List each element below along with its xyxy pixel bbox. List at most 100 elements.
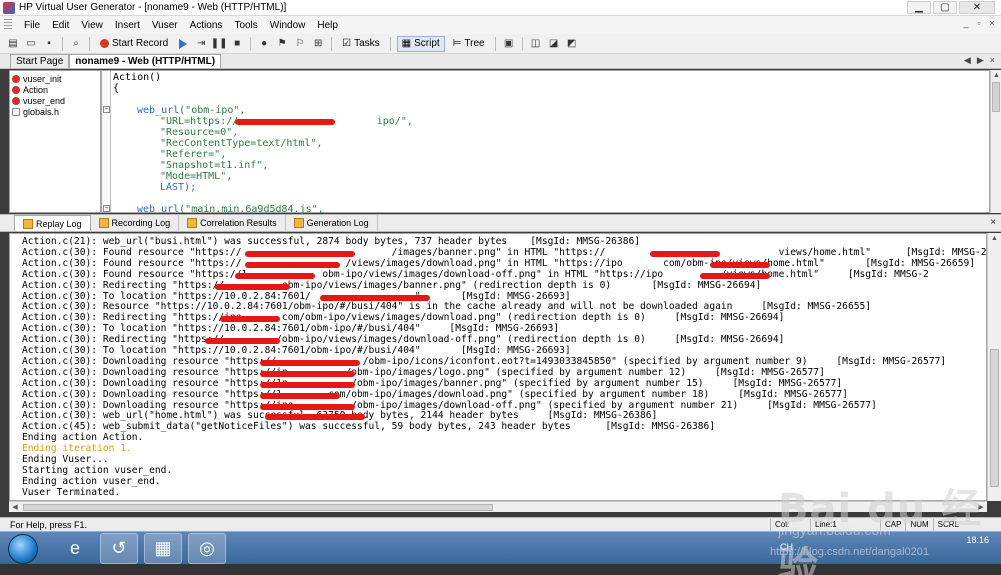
close-button[interactable]: ✕ (959, 1, 995, 14)
new-script-icon[interactable]: ▤ (6, 37, 20, 51)
menu-file[interactable]: File (18, 20, 46, 31)
redaction-mark (260, 359, 360, 366)
fold-toggle-icon[interactable]: − (103, 106, 110, 113)
menu-tools[interactable]: Tools (228, 20, 263, 31)
panel-toggle-icon[interactable]: ▣ (502, 37, 516, 51)
menu-vuser[interactable]: Vuser (146, 20, 184, 31)
snapshot-icon[interactable]: ◫ (529, 37, 543, 51)
doc-minimize-button[interactable]: _ (961, 19, 971, 29)
step-icon[interactable]: ⇥ (194, 37, 208, 51)
menu-window[interactable]: Window (264, 20, 312, 31)
tree-item-vuser-init[interactable]: vuser_init (10, 73, 100, 84)
tab-noname9[interactable]: noname9 - Web (HTTP/HTML) (69, 54, 222, 68)
save-icon[interactable]: ▪ (42, 37, 56, 51)
output-close-icon[interactable]: × (990, 217, 996, 228)
compare-icon[interactable]: ◪ (547, 37, 561, 51)
redaction-mark (260, 403, 355, 410)
code-line: "Resource=0", (160, 127, 239, 138)
transaction-end-icon[interactable]: ⚐ (293, 37, 307, 51)
tasks-label: Tasks (354, 38, 380, 49)
menu-bar: File Edit View Insert Vuser Actions Tool… (0, 16, 1001, 34)
scroll-thumb[interactable] (990, 349, 999, 487)
code-line: { (113, 83, 120, 94)
script-editor[interactable]: − − Action() { web_url("obm-ipo", "URL=h… (101, 70, 990, 215)
tab-label: Correlation Results (200, 218, 277, 228)
transaction-start-icon[interactable]: ⚑ (275, 37, 289, 51)
toolbar-separator (521, 36, 523, 51)
start-record-button[interactable]: Start Record (96, 36, 172, 52)
redaction-mark (260, 392, 340, 399)
stop-icon[interactable]: ■ (230, 37, 244, 51)
scroll-thumb[interactable] (23, 504, 493, 511)
doc-close-button[interactable]: × (987, 19, 997, 29)
controller-taskbar-button[interactable]: ◎ (188, 533, 226, 564)
menu-help[interactable]: Help (311, 20, 344, 31)
correlation-icon (187, 218, 198, 228)
toolbar-separator (389, 36, 391, 51)
scroll-up-icon[interactable]: ▲ (988, 233, 1001, 245)
menu-insert[interactable]: Insert (109, 20, 146, 31)
log-vertical-scrollbar[interactable]: ▲ (987, 233, 1001, 501)
scroll-thumb[interactable] (992, 82, 1000, 112)
output-tabs: Replay Log Recording Log Correlation Res… (0, 214, 1001, 232)
runtime-settings-icon[interactable]: ◩ (565, 37, 579, 51)
vugen-taskbar-button[interactable]: ▦ (144, 533, 182, 564)
rendezvous-icon[interactable]: ⊞ (311, 37, 325, 51)
bottom-strip (0, 564, 1001, 575)
tab-correlation-results[interactable]: Correlation Results (179, 215, 286, 231)
tree-item-vuser-end[interactable]: vuser_end (10, 95, 100, 106)
menu-view[interactable]: View (75, 20, 109, 31)
action-icon (12, 74, 20, 83)
tray-language[interactable]: CH (780, 542, 793, 552)
tree-item-globals[interactable]: globals.h (10, 106, 100, 117)
code-line: "Referer=", (160, 149, 227, 160)
redaction-mark (710, 261, 770, 268)
menu-actions[interactable]: Actions (184, 20, 229, 31)
scroll-right-icon[interactable]: ▶ (975, 502, 987, 513)
redaction-mark (235, 119, 335, 125)
action-icon (12, 85, 20, 94)
toolbar-separator (89, 36, 90, 51)
tab-close-icon[interactable]: × (990, 55, 995, 66)
app-taskbar-button[interactable]: ↺ (100, 533, 138, 564)
script-view-icon: ▦ (401, 38, 412, 49)
status-col: Col: (770, 518, 810, 531)
start-button[interactable] (8, 534, 38, 564)
tab-prev-icon[interactable]: ◀ (964, 55, 971, 66)
code-line: web_url("obm-ipo", (137, 105, 245, 116)
log-horizontal-scrollbar[interactable]: ◀ ▶ (9, 501, 987, 512)
pause-icon[interactable]: ❚❚ (211, 37, 228, 51)
play-icon[interactable] (176, 37, 190, 51)
file-icon (12, 107, 20, 116)
tab-generation-log[interactable]: Generation Log (286, 215, 378, 231)
tree-view-button[interactable]: ⊨ Tree (449, 36, 489, 52)
title-bar: HP Virtual User Generator - [noname9 - W… (0, 0, 1001, 16)
menu-edit[interactable]: Edit (46, 20, 75, 31)
toolbar-separator (494, 36, 496, 51)
tree-item-action[interactable]: Action (10, 84, 100, 95)
replay-log-output[interactable]: Action.c(21): web_url("busi.html") was s… (9, 233, 987, 501)
tab-next-icon[interactable]: ▶ (977, 55, 984, 66)
find-icon[interactable]: ⌕ (69, 37, 83, 51)
scroll-up-icon[interactable]: ▲ (991, 70, 1001, 81)
editor-vertical-scrollbar[interactable]: ▲ (990, 70, 1001, 213)
redaction-mark (235, 272, 315, 279)
browser-icon[interactable]: e (56, 533, 94, 564)
log-line: Action.c(30): Found resource "https://1 … (22, 268, 929, 280)
breakpoint-icon[interactable]: ● (257, 37, 271, 51)
document-window-controls: _ ▫ × (961, 19, 997, 29)
tasks-button[interactable]: ☑ Tasks (338, 36, 384, 52)
tab-label: Replay Log (36, 218, 82, 229)
minimize-button[interactable]: ▁ (907, 1, 931, 14)
tab-replay-log[interactable]: Replay Log (14, 215, 91, 231)
tab-recording-log[interactable]: Recording Log (91, 215, 180, 231)
doc-restore-button[interactable]: ▫ (974, 19, 984, 29)
tab-navigation: ◀ ▶ × (964, 55, 995, 66)
scroll-left-icon[interactable]: ◀ (9, 502, 21, 513)
tray-clock[interactable]: 18:16 (966, 534, 989, 546)
maximize-button[interactable]: ▢ (933, 1, 957, 14)
open-folder-icon[interactable]: ▭ (24, 37, 38, 51)
fold-toggle-icon[interactable]: − (103, 205, 110, 212)
tab-start-page[interactable]: Start Page (10, 54, 70, 68)
script-view-button[interactable]: ▦ Script (396, 35, 445, 52)
